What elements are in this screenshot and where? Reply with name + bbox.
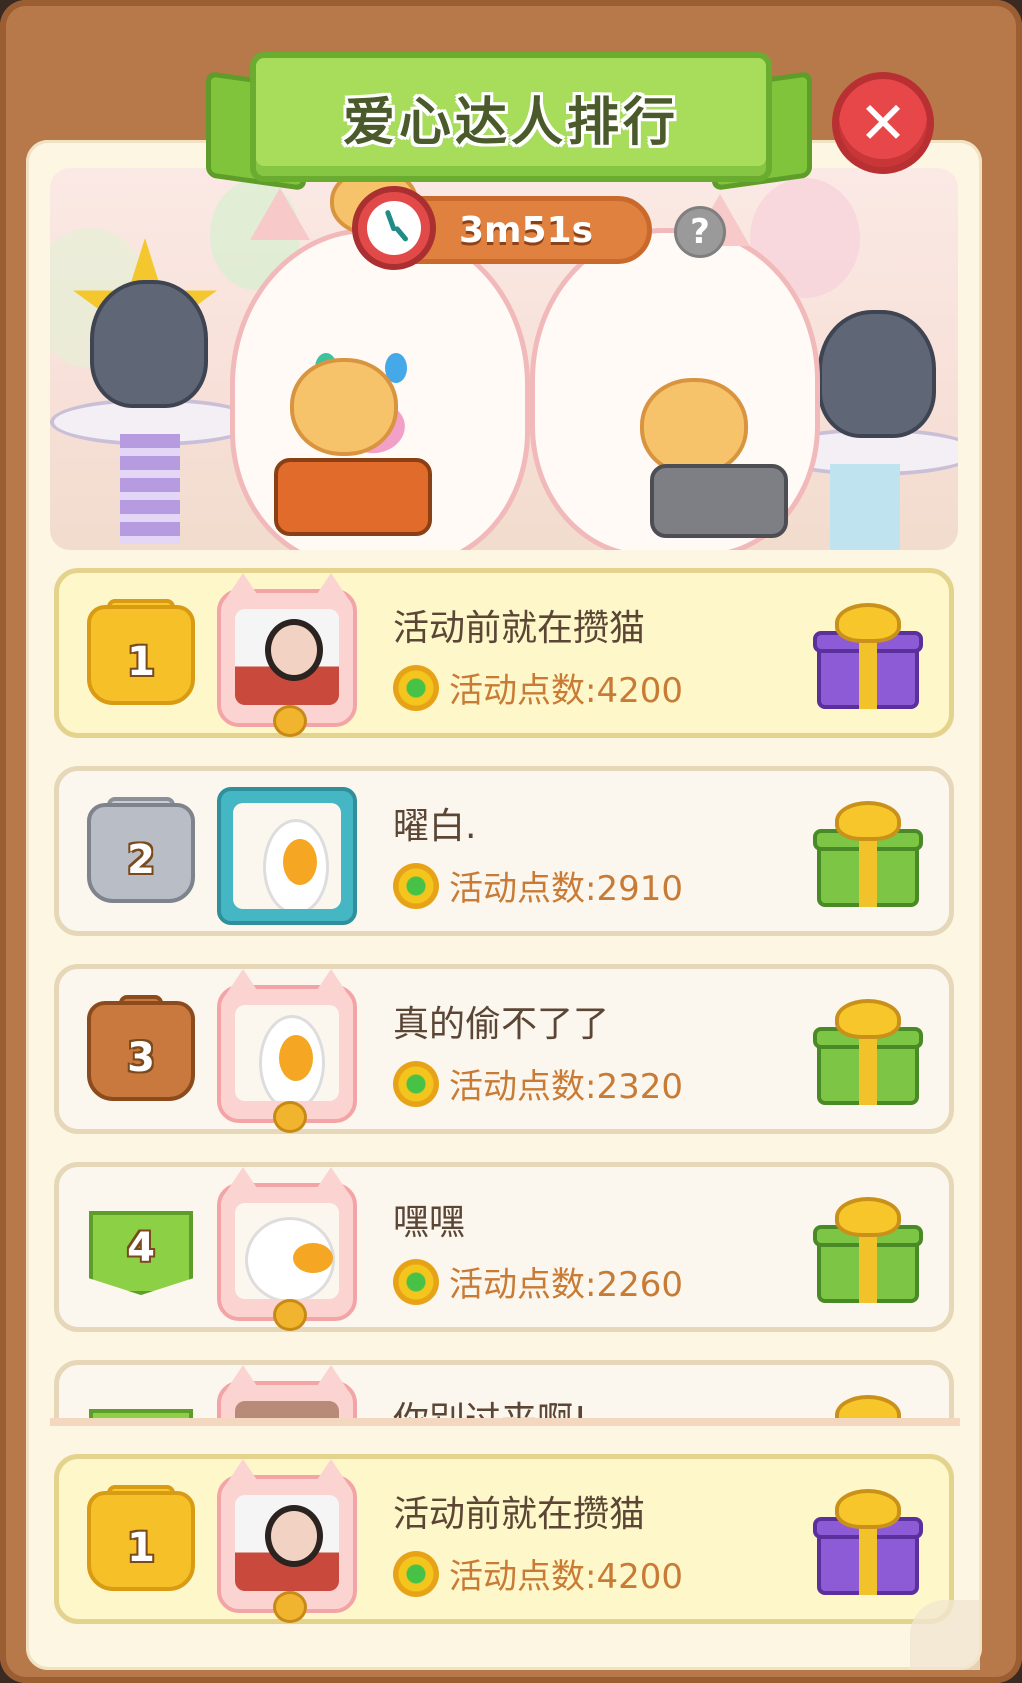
page-curl-decoration	[910, 1600, 980, 1670]
avatar-photo	[235, 1495, 339, 1591]
ranking-list[interactable]: 1 活动前就在攒猫 活动点数:4200 2 曜白. 活动点数:2910 3 真的…	[50, 568, 960, 1423]
player-name: 嘿嘿	[393, 1202, 466, 1243]
grey-cat-left	[90, 280, 208, 408]
avatar[interactable]	[217, 1365, 357, 1423]
gift-bow	[835, 1197, 901, 1237]
question-icon: ?	[690, 212, 710, 252]
clock-icon	[352, 186, 436, 270]
duck-beak	[293, 1243, 333, 1273]
clover-icon	[393, 1060, 439, 1107]
rank-number: 1	[127, 639, 155, 685]
green-gift-icon[interactable]	[813, 999, 923, 1107]
duck-beak	[283, 839, 317, 885]
green-gift-icon[interactable]	[813, 1197, 923, 1305]
clover-icon	[393, 1258, 439, 1305]
rank-badge-green: 4	[85, 1189, 197, 1307]
clover-icon	[393, 1550, 439, 1597]
bell-icon	[273, 1101, 307, 1133]
avatar-face	[265, 619, 323, 681]
orange-basket	[274, 458, 432, 536]
pedestal-right-stand	[830, 464, 900, 550]
gift-bow	[835, 999, 901, 1039]
rank-badge-bronze: 3	[85, 991, 197, 1109]
player-name: 活动前就在攒猫	[393, 1494, 646, 1535]
gift-bow	[835, 603, 901, 643]
purple-gift-icon[interactable]	[813, 1489, 923, 1597]
player-name: 活动前就在攒猫	[393, 608, 646, 649]
rank-number: 4	[127, 1225, 155, 1271]
points-text: 活动点数:2910	[449, 869, 683, 909]
avatar[interactable]	[217, 1167, 357, 1331]
avatar[interactable]	[217, 1459, 357, 1623]
list-divider	[50, 1418, 960, 1426]
avatar-photo	[235, 1005, 339, 1101]
player-name: 真的偷不了了	[393, 1004, 610, 1045]
gift-bow	[835, 801, 901, 841]
points-text: 活动点数:4200	[449, 671, 683, 711]
orange-kitten-left	[290, 358, 398, 456]
player-name: 曜白.	[393, 806, 477, 847]
ranking-row[interactable]: 3 真的偷不了了 活动点数:2320	[54, 964, 954, 1134]
avatar[interactable]	[217, 787, 357, 925]
rank-number: 2	[127, 837, 155, 883]
avatar-photo	[233, 803, 341, 909]
points-text: 活动点数:2320	[449, 1067, 683, 1107]
rank-badge-gold: 1	[85, 595, 197, 713]
purple-gift-icon[interactable]	[813, 603, 923, 711]
clover-icon	[393, 862, 439, 909]
points: 活动点数:2260	[393, 1257, 683, 1306]
avatar-photo	[235, 609, 339, 705]
duck-beak	[279, 1035, 313, 1081]
green-gift-icon[interactable]	[813, 801, 923, 909]
points: 活动点数:4200	[393, 663, 683, 712]
points: 活动点数:2320	[393, 1059, 683, 1108]
bell-icon	[273, 1299, 307, 1331]
gift-bow	[835, 1489, 901, 1529]
help-button[interactable]: ?	[674, 206, 726, 258]
avatar-face	[265, 1505, 323, 1567]
close-icon: ✕	[858, 89, 908, 157]
timer-text: 3m51s	[458, 209, 594, 251]
clock-hand-minute	[393, 225, 409, 243]
ranking-row[interactable]: 你别过来啊!	[54, 1360, 954, 1423]
clock-face	[367, 201, 421, 255]
bell-icon	[273, 1591, 307, 1623]
pedestal-left-stand	[120, 434, 180, 544]
ranking-row[interactable]: 2 曜白. 活动点数:2910	[54, 766, 954, 936]
grey-basket	[650, 464, 788, 538]
rank-badge-silver: 2	[85, 793, 197, 911]
rank-number: 1	[127, 1525, 155, 1571]
ranking-row[interactable]: 1 活动前就在攒猫 活动点数:4200	[54, 568, 954, 738]
close-button[interactable]: ✕	[832, 72, 934, 174]
avatar-photo	[235, 1203, 339, 1299]
cat-ear-left	[250, 188, 310, 240]
points-text: 活动点数:4200	[449, 1557, 683, 1597]
avatar[interactable]	[217, 573, 357, 737]
avatar[interactable]	[217, 969, 357, 1133]
points-text: 活动点数:2260	[449, 1265, 683, 1305]
clover-icon	[393, 664, 439, 711]
ranking-row[interactable]: 4 嘿嘿 活动点数:2260	[54, 1162, 954, 1332]
bell-icon	[273, 705, 307, 737]
points: 活动点数:4200	[393, 1549, 683, 1598]
rank-number: 3	[127, 1035, 155, 1081]
grey-cat-right	[818, 310, 936, 438]
orange-kitten-right	[640, 378, 748, 476]
rank-badge-gold: 1	[85, 1481, 197, 1599]
page-title: 爱心达人排行	[342, 92, 679, 153]
self-ranking-row[interactable]: 1 活动前就在攒猫 活动点数:4200	[54, 1454, 954, 1624]
title-ribbon: 爱心达人排行	[250, 52, 772, 182]
points: 活动点数:2910	[393, 861, 683, 910]
